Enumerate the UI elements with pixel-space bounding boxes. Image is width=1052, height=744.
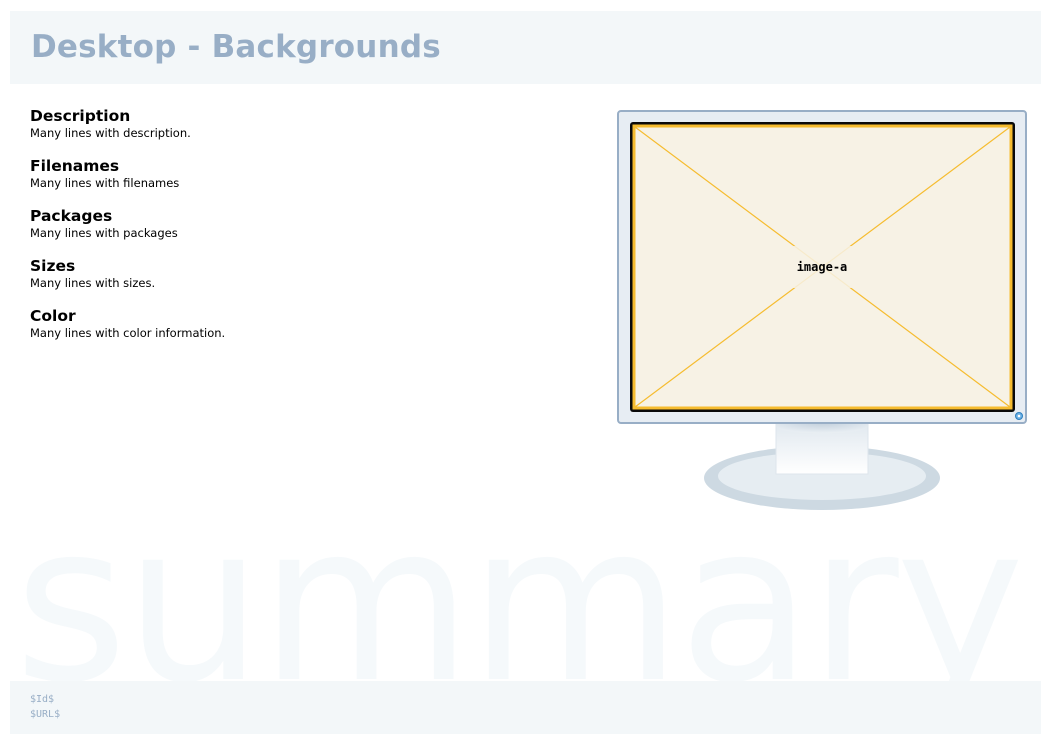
section-heading: Sizes: [30, 257, 76, 275]
section-color: Color Many lines with color information.: [30, 307, 590, 342]
image-placeholder-label: image-a: [797, 260, 848, 274]
section-heading: Color: [30, 307, 76, 325]
page-title: Desktop - Backgrounds: [31, 29, 441, 65]
monitor-illustration: image-a: [617, 110, 1027, 510]
section-heading: Description: [30, 107, 131, 125]
footer-bar: $Id$ $URL$: [10, 681, 1041, 734]
section-heading: Filenames: [30, 157, 120, 175]
header-bar: Desktop - Backgrounds: [10, 11, 1041, 84]
footer-url: $URL$: [30, 709, 61, 720]
info-sections: Description Many lines with description.…: [30, 107, 590, 357]
footer-id: $Id$: [30, 694, 55, 705]
section-text: Many lines with packages: [30, 226, 178, 240]
section-text: Many lines with description.: [30, 126, 191, 140]
section-text: Many lines with sizes.: [30, 276, 156, 290]
section-heading: Packages: [30, 207, 113, 225]
section-description: Description Many lines with description.: [30, 107, 590, 142]
section-text: Many lines with filenames: [30, 176, 180, 190]
monitor-neck: [775, 418, 869, 475]
power-led-icon: [1015, 412, 1023, 420]
watermark-text: summary: [14, 500, 1025, 710]
section-sizes: Sizes Many lines with sizes.: [30, 257, 590, 292]
section-packages: Packages Many lines with packages: [30, 207, 590, 242]
section-filenames: Filenames Many lines with filenames: [30, 157, 590, 192]
section-text: Many lines with color information.: [30, 326, 226, 340]
